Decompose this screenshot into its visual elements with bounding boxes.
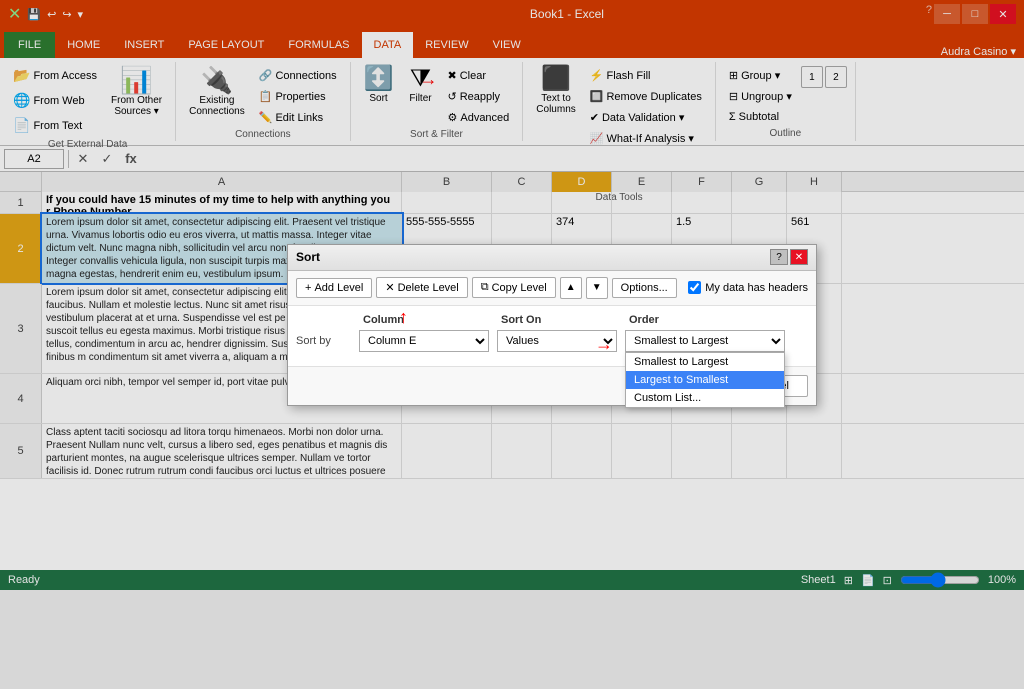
order-dropdown-list: Smallest to Largest Largest to Smallest … xyxy=(625,352,785,408)
dialog-title: Sort xyxy=(296,250,320,264)
dialog-title-bar: Sort ? ✕ xyxy=(288,245,816,271)
my-data-headers-checkbox[interactable] xyxy=(688,281,701,294)
order-option-smallest[interactable]: Smallest to Largest xyxy=(626,353,784,371)
delete-level-btn[interactable]: ✕ Delete Level xyxy=(376,277,467,298)
move-up-btn[interactable]: ▲ xyxy=(560,277,582,299)
dialog-help-btn[interactable]: ? xyxy=(770,249,788,265)
copy-icon: ⧉ xyxy=(481,281,489,294)
red-arrow-right-icon: → xyxy=(595,334,613,355)
column-select[interactable]: Column E Column A Column B Column C Colu… xyxy=(359,330,489,352)
delete-icon: ✕ xyxy=(385,281,394,294)
add-level-btn[interactable]: + Add Level xyxy=(296,278,372,298)
column-header: Column xyxy=(363,314,493,326)
copy-level-btn[interactable]: ⧉ Copy Level xyxy=(472,277,556,298)
sort-dialog: Sort ? ✕ + Add Level ✕ Delete Level ⧉ Co… xyxy=(287,244,817,406)
dialog-close-btn[interactable]: ✕ xyxy=(790,249,808,265)
column-select-container: ↑ Column E Column A Column B Column C Co… xyxy=(359,330,489,352)
order-select[interactable]: Smallest to Largest xyxy=(625,330,785,352)
options-btn[interactable]: Options... xyxy=(612,278,677,298)
sort-row: Sort by ↑ Column E Column A Column B Col… xyxy=(296,330,808,352)
my-data-headers-container: My data has headers xyxy=(688,281,808,294)
dialog-toolbar: + Add Level ✕ Delete Level ⧉ Copy Level … xyxy=(288,271,816,306)
order-select-container: Smallest to Largest Smallest to Largest … xyxy=(625,330,785,352)
red-arrow-up-icon: ↑ xyxy=(399,307,408,328)
order-header: Order xyxy=(629,314,789,326)
move-down-btn[interactable]: ▼ xyxy=(586,277,608,299)
order-option-custom[interactable]: Custom List... xyxy=(626,389,784,407)
sort-on-header: Sort On xyxy=(501,314,621,326)
dialog-overlay: Sort ? ✕ + Add Level ✕ Delete Level ⧉ Co… xyxy=(0,0,1024,689)
sort-by-label: Sort by xyxy=(296,335,351,347)
order-option-largest[interactable]: Largest to Smallest xyxy=(626,371,784,389)
add-icon: + xyxy=(305,282,311,294)
dialog-body: Column Sort On Order Sort by ↑ Column E … xyxy=(288,306,816,366)
